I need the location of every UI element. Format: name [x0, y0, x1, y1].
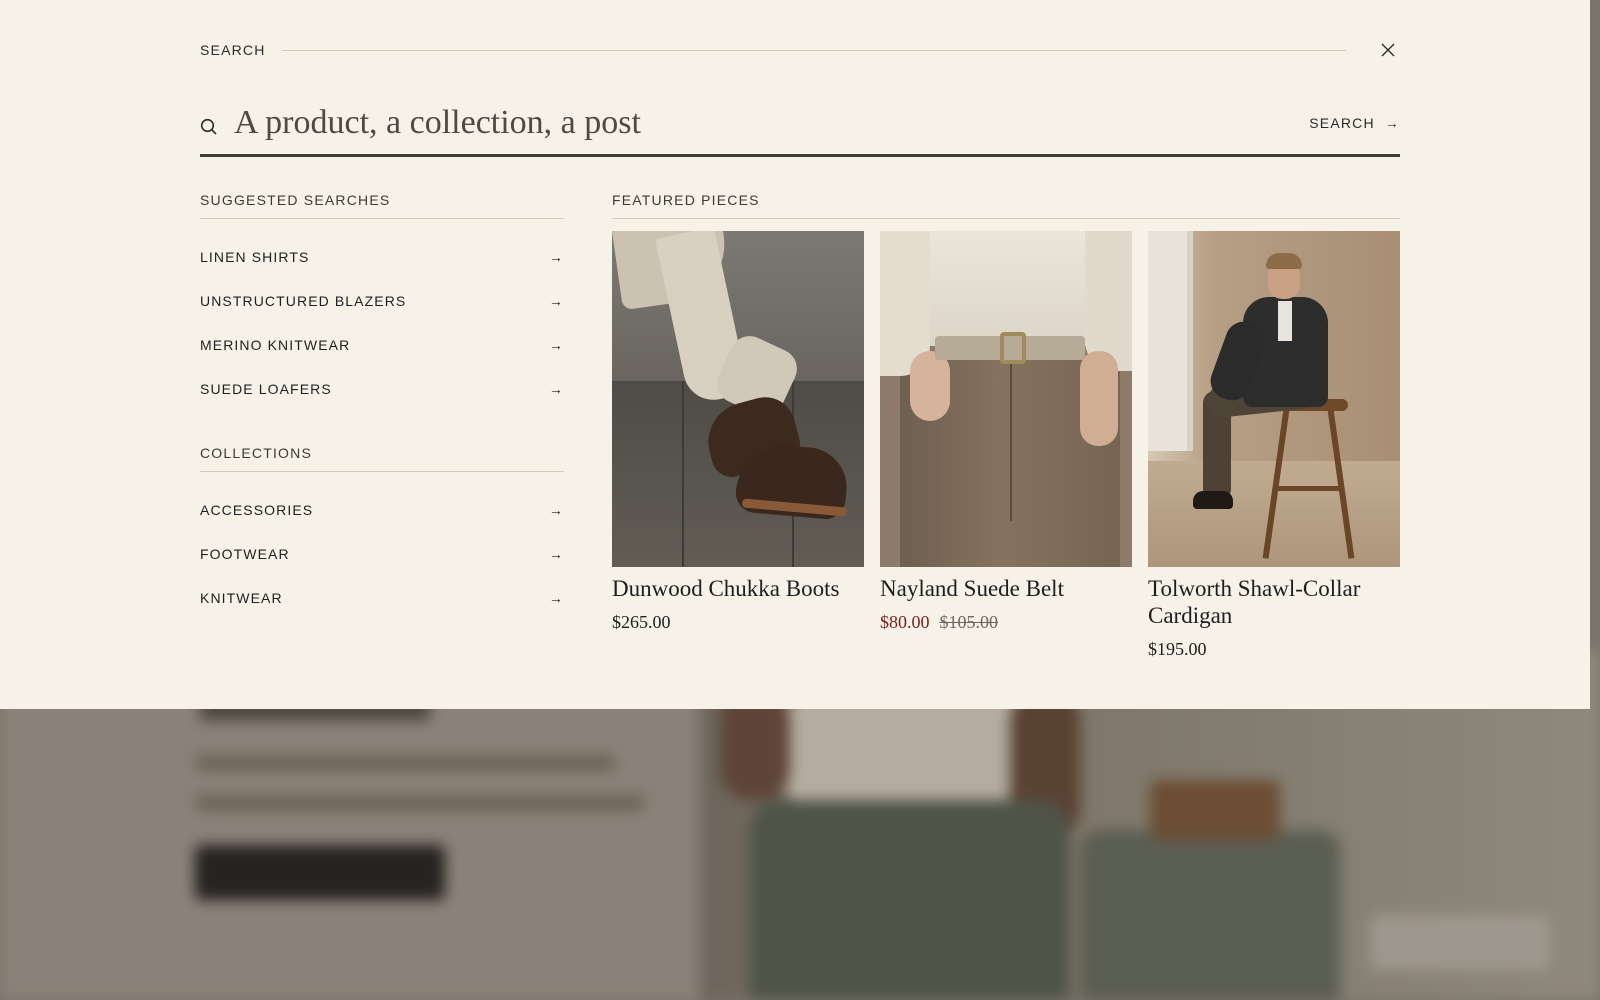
search-bar: SEARCH → [200, 96, 1400, 157]
image-shirt [1278, 301, 1292, 341]
collection-label: ACCESSORIES [200, 502, 314, 518]
background-belt [1150, 780, 1280, 840]
image-hand [1080, 351, 1118, 446]
header-divider [281, 49, 1346, 51]
image-sleeve [1085, 231, 1132, 371]
suggested-searches-heading: SUGGESTED SEARCHES [200, 192, 564, 219]
suggested-searches-list: LINEN SHIRTS → UNSTRUCTURED BLAZERS → ME… [200, 235, 564, 411]
arrow-right-icon: → [548, 502, 564, 518]
product-name[interactable]: Dunwood Chukka Boots [612, 575, 864, 602]
product-card-shawl-collar-cardigan[interactable]: Tolworth Shawl-Collar Cardigan $195.00 [1148, 231, 1400, 660]
image-hand [910, 351, 950, 421]
arrow-right-icon: → [548, 293, 564, 309]
search-links-column: SUGGESTED SEARCHES LINEN SHIRTS → UNSTRU… [200, 192, 564, 620]
image-trouser-fly [1010, 361, 1012, 521]
suggested-search-linen-shirts[interactable]: LINEN SHIRTS → [200, 235, 564, 279]
product-price-row: $265.00 [612, 612, 864, 633]
search-input[interactable] [234, 99, 1310, 151]
background-trousers-second [1080, 830, 1340, 1000]
suggested-search-label: LINEN SHIRTS [200, 249, 310, 265]
product-compare-price: $105.00 [939, 612, 999, 632]
product-card-chukka-boots[interactable]: Dunwood Chukka Boots $265.00 [612, 231, 864, 660]
featured-pieces: FEATURED PIECES Dunwood Chukka Boots $26… [612, 192, 1400, 660]
search-panel: SEARCH SEARCH → SUGGESTED SEARCHES LINEN… [0, 0, 1590, 709]
search-panel-title: SEARCH [200, 42, 266, 58]
image-window [1148, 231, 1193, 451]
suggested-search-label: SUEDE LOAFERS [200, 381, 332, 397]
collection-label: KNITWEAR [200, 590, 283, 606]
suggested-search-label: MERINO KNITWEAR [200, 337, 351, 353]
collection-label: FOOTWEAR [200, 546, 290, 562]
image-stool-rung [1278, 486, 1340, 491]
close-button[interactable] [1376, 38, 1400, 62]
product-price: $265.00 [612, 612, 671, 632]
background-trousers [750, 800, 1070, 1000]
suggested-search-suede-loafers[interactable]: SUEDE LOAFERS → [200, 367, 564, 411]
arrow-right-icon: → [548, 381, 564, 397]
product-card-suede-belt[interactable]: Nayland Suede Belt $80.00 $105.00 [880, 231, 1132, 660]
product-image-shawl-collar-cardigan[interactable] [1148, 231, 1400, 567]
collection-link-knitwear[interactable]: KNITWEAR → [200, 576, 564, 620]
product-image-suede-belt[interactable] [880, 231, 1132, 567]
image-shoe [1193, 491, 1233, 509]
arrow-right-icon: → [1384, 115, 1400, 131]
collections-block: COLLECTIONS ACCESSORIES → FOOTWEAR → KNI… [200, 445, 564, 620]
product-name[interactable]: Tolworth Shawl-Collar Cardigan [1148, 575, 1400, 629]
product-price: $195.00 [1148, 639, 1207, 659]
image-buckle [1000, 332, 1026, 364]
background-cta-button [195, 845, 445, 900]
suggested-search-unstructured-blazers[interactable]: UNSTRUCTURED BLAZERS → [200, 279, 564, 323]
collections-list: ACCESSORIES → FOOTWEAR → KNITWEAR → [200, 488, 564, 620]
close-icon [1381, 43, 1395, 57]
arrow-right-icon: → [548, 590, 564, 606]
product-price-row: $195.00 [1148, 639, 1400, 660]
search-icon [200, 118, 217, 135]
search-submit-label: SEARCH [1309, 115, 1375, 131]
search-submit-button[interactable]: SEARCH → [1309, 115, 1400, 135]
background-text-line [195, 755, 615, 771]
search-icon-wrap [200, 114, 234, 136]
image-tile-line [682, 381, 684, 567]
collection-link-accessories[interactable]: ACCESSORIES → [200, 488, 564, 532]
background-chip [1370, 915, 1550, 970]
arrow-right-icon: → [548, 546, 564, 562]
arrow-right-icon: → [548, 337, 564, 353]
collection-link-footwear[interactable]: FOOTWEAR → [200, 532, 564, 576]
featured-products-grid: Dunwood Chukka Boots $265.00 Nayland Sue… [612, 231, 1400, 660]
product-name[interactable]: Nayland Suede Belt [880, 575, 1132, 602]
product-price-row: $80.00 $105.00 [880, 612, 1132, 633]
search-panel-header: SEARCH [200, 38, 1400, 62]
product-sale-price: $80.00 [880, 612, 930, 632]
arrow-right-icon: → [548, 249, 564, 265]
collections-heading: COLLECTIONS [200, 445, 564, 472]
background-text-line [195, 795, 645, 811]
image-hair [1266, 253, 1302, 269]
suggested-search-merino-knitwear[interactable]: MERINO KNITWEAR → [200, 323, 564, 367]
featured-pieces-heading: FEATURED PIECES [612, 192, 1400, 219]
product-image-chukka-boots[interactable] [612, 231, 864, 567]
suggested-search-label: UNSTRUCTURED BLAZERS [200, 293, 407, 309]
